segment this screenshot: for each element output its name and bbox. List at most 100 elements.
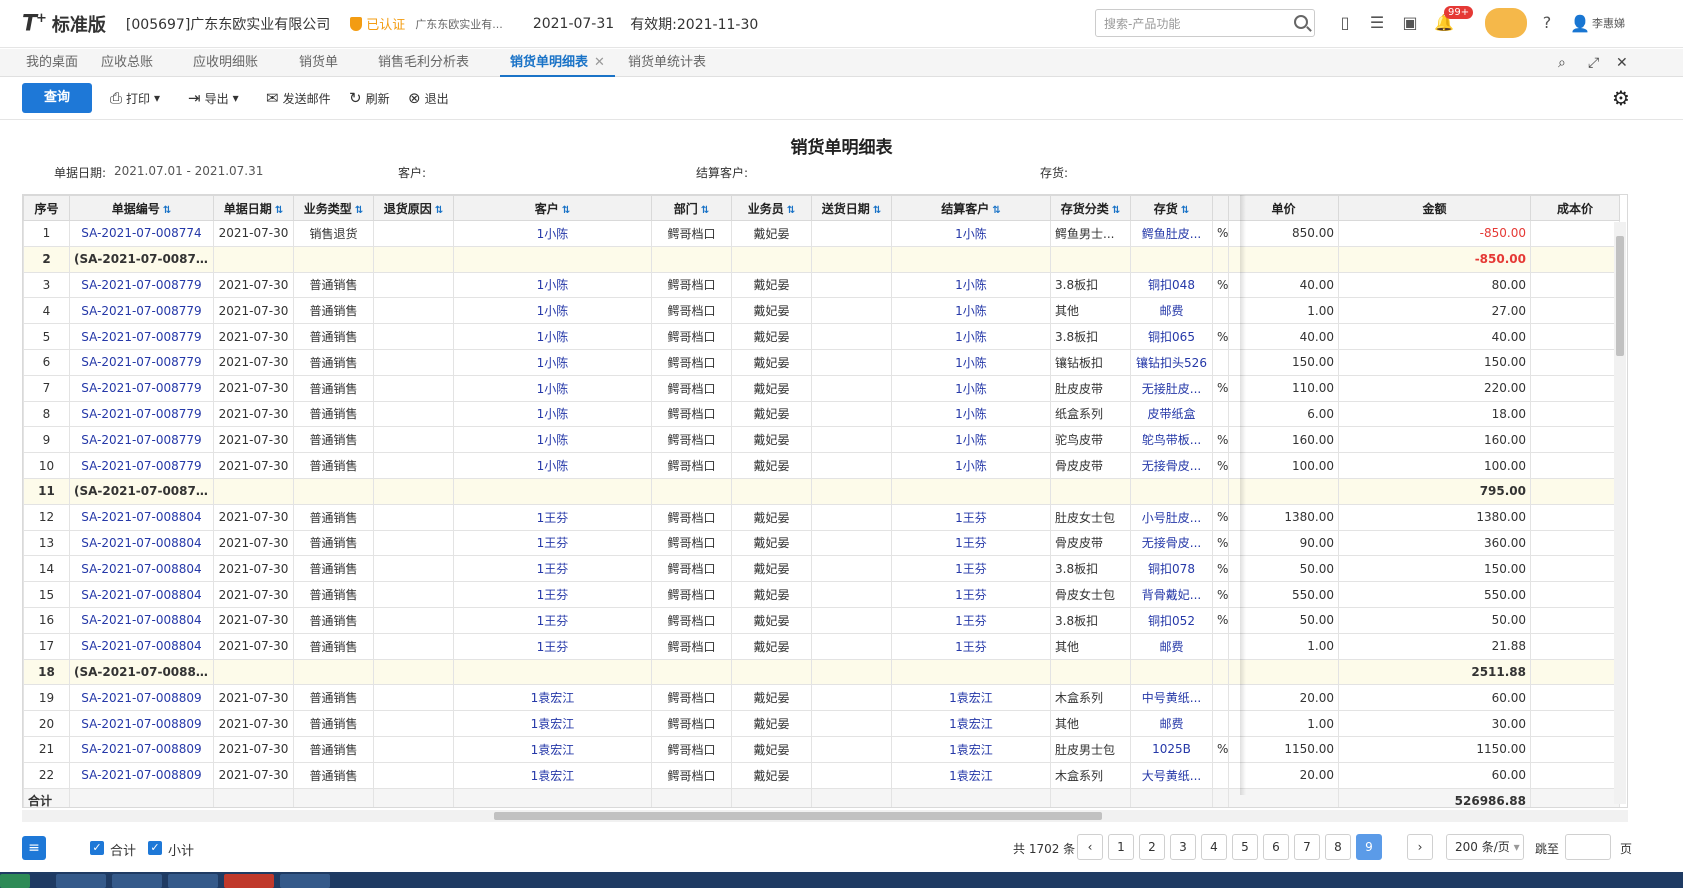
subtotal-row[interactable]: 18(SA-2021-07-008804)... 2511.88: [23, 658, 1620, 686]
cell-code[interactable]: SA-2021-07-008779: [69, 400, 214, 428]
cell-settle[interactable]: 1小陈: [891, 426, 1051, 454]
cell-customer[interactable]: 1小陈: [453, 400, 652, 428]
cell-stock[interactable]: 皮带纸盒: [1130, 400, 1213, 428]
column-header[interactable]: 业务类型 ⇅: [293, 195, 374, 221]
scroll-thumb[interactable]: [1616, 236, 1624, 356]
column-header[interactable]: 成本价: [1530, 195, 1620, 221]
page-button-5[interactable]: 5: [1232, 834, 1258, 860]
subtotal-row[interactable]: 11(SA-2021-07-008779)... 795.00: [23, 477, 1620, 505]
table-row[interactable]: 19 SA-2021-07-008809 2021-07-30 普通销售 1袁宏江 鳄哥档…: [23, 684, 1620, 712]
sort-icon[interactable]: ⇅: [435, 205, 443, 216]
cell-settle[interactable]: 1小陈: [891, 271, 1051, 299]
sort-icon[interactable]: ⇅: [355, 205, 363, 216]
table-row[interactable]: 21 SA-2021-07-008809 2021-07-30 普通销售 1袁宏江 鳄哥档…: [23, 735, 1620, 763]
table-row[interactable]: 14 SA-2021-07-008804 2021-07-30 普通销售 1王芬 鳄哥档口…: [23, 555, 1620, 583]
checklist-icon[interactable]: ☰: [1368, 14, 1386, 32]
sort-icon[interactable]: ⇅: [1181, 205, 1189, 216]
cell-stock[interactable]: 铜扣052: [1130, 606, 1213, 634]
user-name[interactable]: 李惠娣: [1592, 15, 1625, 31]
refresh-button[interactable]: ↻ 刷新: [349, 89, 390, 107]
cell-code[interactable]: SA-2021-07-008779: [69, 271, 214, 299]
cell-code[interactable]: SA-2021-07-008779: [69, 348, 214, 376]
column-header[interactable]: 单据日期 ⇅: [213, 195, 294, 221]
column-header[interactable]: 结算客户 ⇅: [891, 195, 1051, 221]
cell-customer[interactable]: 1小陈: [453, 348, 652, 376]
cell-customer[interactable]: 1小陈: [453, 297, 652, 325]
search-icon[interactable]: [1294, 15, 1308, 29]
cell-customer[interactable]: 1袁宏江: [453, 761, 652, 789]
cell-customer[interactable]: 1王芬: [453, 555, 652, 583]
page-button-9[interactable]: 9: [1356, 834, 1382, 860]
cell-settle[interactable]: 1王芬: [891, 632, 1051, 660]
cell-stock[interactable]: 背骨戴妃...: [1130, 581, 1213, 608]
cell-settle[interactable]: 1小陈: [891, 220, 1051, 247]
cell-customer[interactable]: 1王芬: [453, 606, 652, 634]
start-button[interactable]: [0, 874, 30, 888]
cell-stock[interactable]: 铜扣078: [1130, 555, 1213, 583]
search-input[interactable]: 搜索-产品功能: [1095, 9, 1315, 37]
cell-settle[interactable]: 1袁宏江: [891, 684, 1051, 712]
exit-button[interactable]: ⊗ 退出: [408, 89, 449, 107]
next-page-button[interactable]: ›: [1407, 834, 1433, 860]
cell-code[interactable]: SA-2021-07-008774: [69, 220, 214, 247]
cell-settle[interactable]: 1袁宏江: [891, 761, 1051, 789]
sort-icon[interactable]: ⇅: [163, 205, 171, 216]
cell-code[interactable]: SA-2021-07-008779: [69, 452, 214, 479]
total-checkbox[interactable]: ✓: [90, 841, 104, 855]
send-email-button[interactable]: ✉ 发送邮件: [266, 89, 331, 107]
table-row[interactable]: 10 SA-2021-07-008779 2021-07-30 普通销售 1小陈 鳄哥档口…: [23, 452, 1620, 479]
fullscreen-icon[interactable]: ⤢: [1588, 55, 1599, 71]
cell-customer[interactable]: 1袁宏江: [453, 684, 652, 712]
tab-gross-profit[interactable]: 销售毛利分析表: [378, 49, 469, 77]
cell-stock[interactable]: 邮费: [1130, 710, 1213, 737]
tab-ar-ledger[interactable]: 应收总账: [101, 49, 153, 77]
cell-settle[interactable]: 1袁宏江: [891, 735, 1051, 763]
cell-code[interactable]: SA-2021-07-008804: [69, 581, 214, 608]
sort-icon[interactable]: ⇅: [1112, 205, 1120, 216]
cell-stock[interactable]: 大号黄纸...: [1130, 761, 1213, 789]
cell-stock[interactable]: 无接骨皮...: [1130, 529, 1213, 557]
cell-customer[interactable]: 1小陈: [453, 426, 652, 454]
column-header[interactable]: 客户 ⇅: [453, 195, 652, 221]
table-row[interactable]: 15 SA-2021-07-008804 2021-07-30 普通销售 1王芬 鳄哥档口…: [23, 581, 1620, 608]
table-row[interactable]: 20 SA-2021-07-008809 2021-07-30 普通销售 1袁宏江 鳄哥档…: [23, 710, 1620, 737]
cell-code[interactable]: SA-2021-07-008804: [69, 503, 214, 531]
cell-code[interactable]: SA-2021-07-008779: [69, 297, 214, 325]
column-header[interactable]: [1212, 195, 1229, 221]
close-icon[interactable]: ✕: [594, 55, 605, 70]
table-row[interactable]: 4 SA-2021-07-008779 2021-07-30 普通销售 1小陈 鳄哥档口戴…: [23, 297, 1620, 325]
cell-stock[interactable]: 镶钻扣头526: [1130, 348, 1213, 376]
cell-stock[interactable]: 铜扣065: [1130, 323, 1213, 350]
subtotal-row[interactable]: 2(SA-2021-07-008774)... -850.00: [23, 245, 1620, 273]
cell-customer[interactable]: 1王芬: [453, 632, 652, 660]
table-row[interactable]: 8 SA-2021-07-008779 2021-07-30 普通销售 1小陈 鳄哥档口戴…: [23, 400, 1620, 428]
taskbar-app[interactable]: [112, 874, 162, 888]
sort-icon[interactable]: ⇅: [787, 205, 795, 216]
table-row[interactable]: 16 SA-2021-07-008804 2021-07-30 普通销售 1王芬 鳄哥档口…: [23, 606, 1620, 634]
cell-stock[interactable]: 1025B: [1130, 735, 1213, 763]
cell-settle[interactable]: 1小陈: [891, 374, 1051, 402]
column-header[interactable]: 部门 ⇅: [651, 195, 732, 221]
page-button-3[interactable]: 3: [1170, 834, 1196, 860]
page-button-1[interactable]: 1: [1108, 834, 1134, 860]
taskbar-app[interactable]: [56, 874, 106, 888]
tab-sales-order[interactable]: 销货单: [299, 49, 338, 77]
column-settings-icon[interactable]: ≡: [22, 836, 46, 860]
cell-customer[interactable]: 1小陈: [453, 374, 652, 402]
cell-stock[interactable]: 无接骨皮...: [1130, 452, 1213, 479]
cell-customer[interactable]: 1小陈: [453, 220, 652, 247]
column-header[interactable]: 单据编号 ⇅: [69, 195, 214, 221]
tab-sales-detail[interactable]: 销货单明细表 ✕: [500, 49, 615, 77]
cell-settle[interactable]: 1王芬: [891, 555, 1051, 583]
cell-stock[interactable]: 鳄鱼肚皮...: [1130, 220, 1213, 247]
sort-icon[interactable]: ⇅: [992, 205, 1000, 216]
page-button-6[interactable]: 6: [1263, 834, 1289, 860]
cell-code[interactable]: SA-2021-07-008779: [69, 323, 214, 350]
cell-settle[interactable]: 1小陈: [891, 348, 1051, 376]
tab-ar-detail[interactable]: 应收明细账: [193, 49, 258, 77]
cell-customer[interactable]: 1王芬: [453, 581, 652, 608]
page-button-4[interactable]: 4: [1201, 834, 1227, 860]
sort-icon[interactable]: ⇅: [562, 205, 570, 216]
column-header[interactable]: 送货日期 ⇅: [811, 195, 892, 221]
table-row[interactable]: 17 SA-2021-07-008804 2021-07-30 普通销售 1王芬 鳄哥档口…: [23, 632, 1620, 660]
